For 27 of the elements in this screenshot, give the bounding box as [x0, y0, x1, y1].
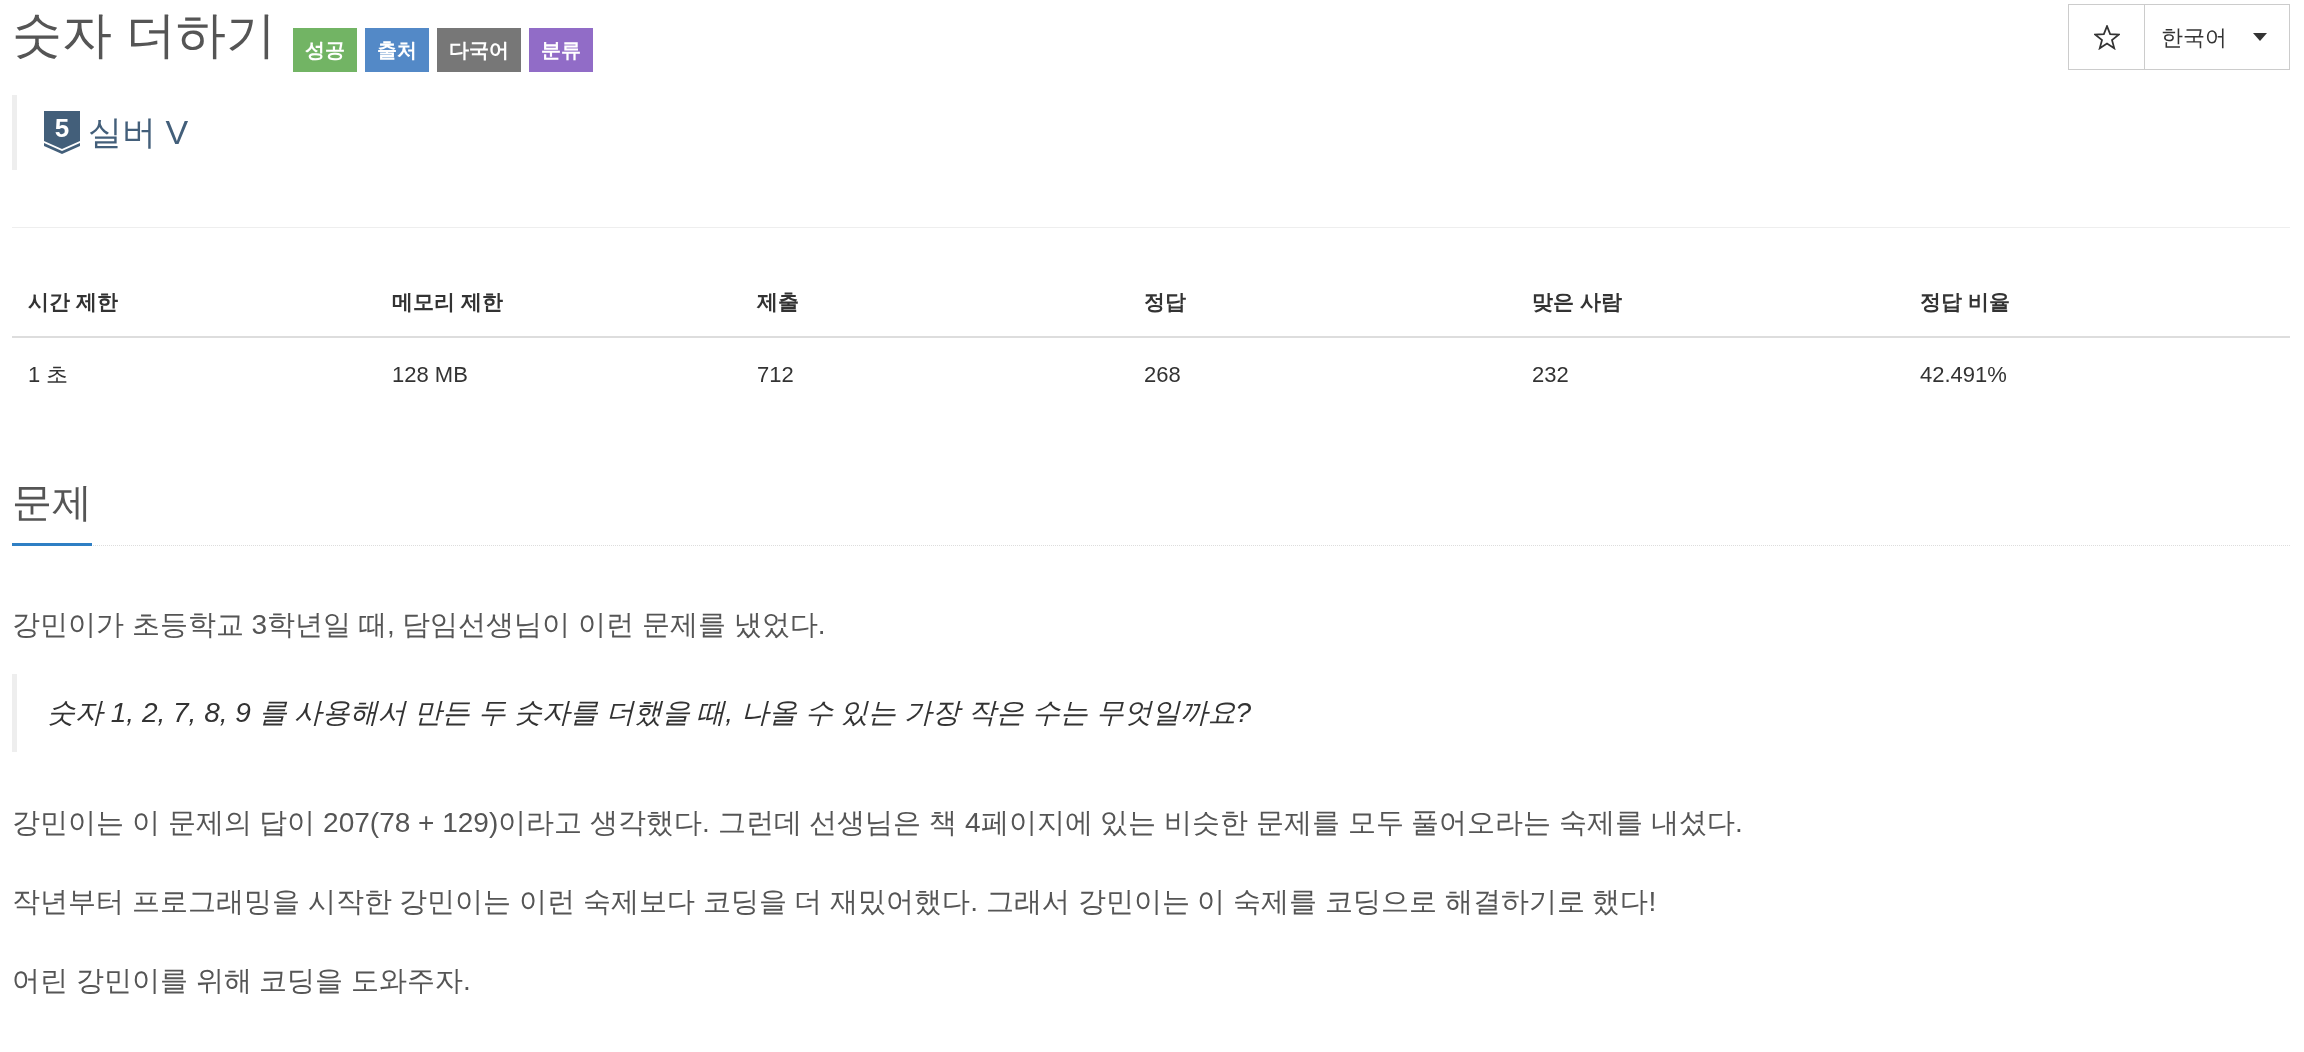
- table-cell-text: 268: [1143, 360, 1182, 389]
- quote-block: 숫자 1, 2, 7, 8, 9 를 사용해서 만든 두 숫자를 더했을 때, 나올 수 있는 가장 작은 수는 무엇일까요?: [12, 674, 2290, 752]
- column-header: 맞은 사람: [1531, 289, 1623, 316]
- language-dropdown[interactable]: 한국어: [2145, 4, 2290, 70]
- tag-label: 다국어: [436, 28, 521, 72]
- problem-paragraph: 강민이가 초등학교 3학년일 때, 담임선생님이 이런 문제를 냈었다.: [12, 608, 827, 642]
- caret-icon: [2253, 33, 2267, 41]
- column-header: 정답 비율: [1919, 289, 2011, 316]
- problem-title: 숫자 더하기: [12, 6, 276, 65]
- section-heading: 문제: [12, 477, 92, 546]
- column-header: 메모리 제한: [391, 289, 504, 316]
- table-cell-text: 712: [756, 360, 795, 389]
- tag-label: 분류: [528, 28, 593, 72]
- tier-name: 실버 V: [88, 112, 189, 153]
- column-header: 정답: [1143, 289, 1187, 316]
- tag-label: 출처: [364, 28, 429, 72]
- column-header: 시간 제한: [27, 289, 119, 316]
- column-header: 제출: [756, 289, 800, 316]
- tag-label: 성공: [292, 28, 357, 72]
- table-cell-text: 42.491%: [1919, 360, 2008, 389]
- problem-paragraph: 강민이는 이 문제의 답이 207(78 + 129)이라고 생각했다. 그런데 선생님은 책 4페이지에 있는 비슷한 문제를 모두 풀어오라는 숙제를 내셨다.: [12, 806, 1744, 840]
- table-cell-text: 128 MB: [391, 360, 469, 389]
- table-cell-text: 1 초: [27, 360, 70, 389]
- favorite-button[interactable]: [2068, 4, 2145, 70]
- problem-paragraph: 작년부터 프로그래밍을 시작한 강민이는 이런 숙제보다 코딩을 더 재밌어했다. 그래서 강민이는 이 숙제를 코딩으로 해결하기로 했다!: [12, 885, 1658, 919]
- problem-paragraph: 어린 강민이를 위해 코딩을 도와주자.: [12, 964, 472, 998]
- table-cell-text: 232: [1531, 360, 1570, 389]
